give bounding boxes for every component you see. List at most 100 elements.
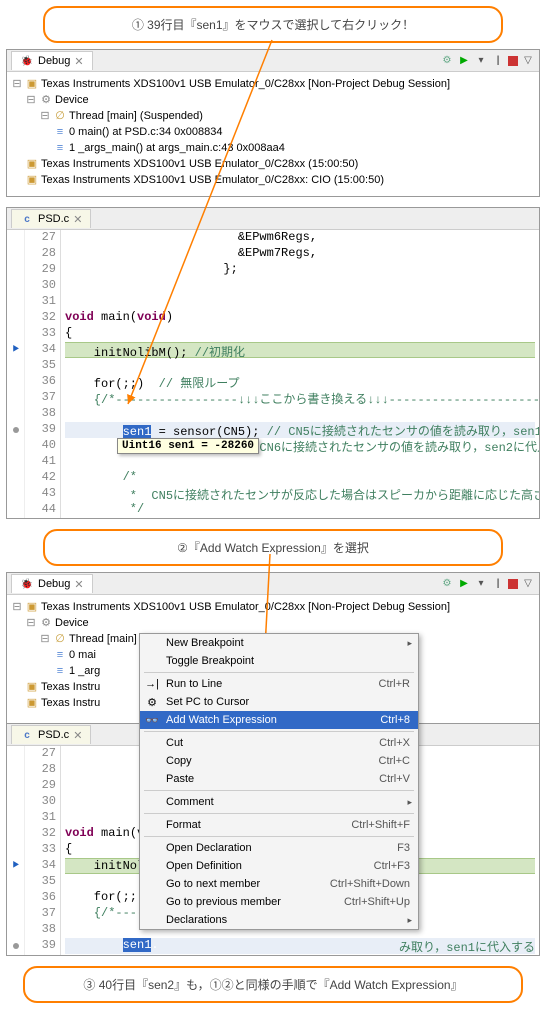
code-line-current: initNolibM(); //初期化 <box>65 342 535 358</box>
stack-frame-icon: ≡ <box>53 663 67 679</box>
callout-3-text: ③ 40行目『sen2』も，①②と同様の手順で『Add Watch Expres… <box>83 978 462 992</box>
toolbar-terminate-icon[interactable] <box>508 579 518 589</box>
menu-copy[interactable]: CopyCtrl+C <box>140 752 418 770</box>
gear-icon: ⚙ <box>39 92 53 108</box>
c-file-icon: c <box>20 728 34 742</box>
twisty-icon[interactable]: ⊟ <box>25 615 37 631</box>
debug-toolbar: ⚙ ▶ ▾ | ▽ <box>440 54 539 68</box>
menu-format[interactable]: FormatCtrl+Shift+F <box>140 816 418 834</box>
tree-root[interactable]: ⊟ ▣ Texas Instruments XDS100v1 USB Emula… <box>11 76 535 92</box>
selected-token-sen1[interactable]: sen1 <box>123 938 152 952</box>
callout-2-text: ②『Add Watch Expression』を選択 <box>177 541 369 555</box>
chip-icon: ▣ <box>25 695 39 711</box>
chip-icon: ▣ <box>25 156 39 172</box>
current-line-marker-icon: ⯈ <box>11 343 21 357</box>
selected-token-sen1[interactable]: sen1 <box>123 425 152 439</box>
twisty-icon[interactable]: ⊟ <box>39 108 51 124</box>
thread-icon: ∅ <box>53 108 67 124</box>
menu-declarations[interactable]: Declarations <box>140 911 418 929</box>
context-menu: New Breakpoint Toggle Breakpoint →|Run t… <box>139 633 419 930</box>
menu-set-pc[interactable]: ⚙Set PC to Cursor <box>140 693 418 711</box>
menu-paste[interactable]: PasteCtrl+V <box>140 770 418 788</box>
line-number-gutter: 27282930 31323334 35363738 39 <box>25 746 61 955</box>
menu-next-member[interactable]: Go to next memberCtrl+Shift+Down <box>140 875 418 893</box>
pin-icon[interactable]: ✕ <box>73 729 82 742</box>
menu-new-breakpoint[interactable]: New Breakpoint <box>140 634 418 652</box>
tree-device-label: Device <box>55 92 89 108</box>
code-line: {/*-----------------↓↓↓ここから書き換える↓↓↓-----… <box>65 390 535 406</box>
tree-frame-1[interactable]: ≡ 1 _args_main() at args_main.c:43 0x008… <box>11 140 535 156</box>
menu-run-to-line[interactable]: →|Run to LineCtrl+R <box>140 675 418 693</box>
code-line <box>65 406 535 422</box>
tab-debug-label: Debug <box>38 55 70 67</box>
callout-step-1: ① 39行目『sen1』をマウスで選択して右クリック！ <box>43 6 503 43</box>
toolbar-menu-icon[interactable]: ▽ <box>521 54 535 68</box>
twisty-icon[interactable]: ⊟ <box>11 599 23 615</box>
tab-debug[interactable]: 🐞 Debug ✕ <box>11 51 93 70</box>
tree-root-label: Texas Instruments XDS100v1 USB Emulator_… <box>41 599 450 615</box>
toolbar-debug-icon[interactable]: ⚙ <box>440 577 454 591</box>
toolbar-debug-icon[interactable]: ⚙ <box>440 54 454 68</box>
tree-thread[interactable]: ⊟ ∅ Thread [main] (Suspended) <box>11 108 535 124</box>
line-number-gutter: 27282930 31323334 35363738 39404142 4344 <box>25 230 61 518</box>
code-editor-1[interactable]: ⯈ 27282930 31323334 35363738 39404142 43… <box>7 230 539 518</box>
chip-icon: ▣ <box>25 172 39 188</box>
code-line-39: sen1 = sensor(CN5); // CN5に接続されたセンサの値を読み… <box>65 422 535 438</box>
pin-icon[interactable]: ✕ <box>73 213 82 226</box>
tree-device[interactable]: ⊟ ⚙ Device <box>11 615 535 631</box>
pin-icon[interactable]: ✕ <box>74 578 83 591</box>
bug-icon: 🐞 <box>20 54 34 68</box>
toolbar-dropdown-icon[interactable]: ▾ <box>474 577 488 591</box>
tree-frame1-short: 1 _arg <box>69 663 100 679</box>
breakpoint-marker-icon[interactable] <box>13 943 19 949</box>
menu-prev-member[interactable]: Go to previous memberCtrl+Shift+Up <box>140 893 418 911</box>
toolbar-terminate-icon[interactable] <box>508 56 518 66</box>
tree-ti2[interactable]: ▣ Texas Instruments XDS100v1 USB Emulato… <box>11 172 535 188</box>
twisty-icon[interactable]: ⊟ <box>39 631 51 647</box>
callout-step-2: ②『Add Watch Expression』を選択 <box>43 529 503 566</box>
tree-ti1[interactable]: ▣ Texas Instruments XDS100v1 USB Emulato… <box>11 156 535 172</box>
menu-add-watch-expression[interactable]: 👓Add Watch ExpressionCtrl+8 <box>140 711 418 729</box>
toolbar-menu-icon[interactable]: ▽ <box>521 577 535 591</box>
pin-icon[interactable]: ✕ <box>74 55 83 68</box>
tab-debug[interactable]: 🐞 Debug ✕ <box>11 574 93 593</box>
code-area[interactable]: &EPwm6Regs, &EPwm7Regs, }; void main(voi… <box>61 230 539 518</box>
menu-cut[interactable]: CutCtrl+X <box>140 734 418 752</box>
editor-tabbar: c PSD.c ✕ <box>7 208 539 230</box>
tree-ti1-short: Texas Instru <box>41 679 100 695</box>
set-pc-icon: ⚙ <box>144 696 160 709</box>
toolbar-resume-icon[interactable]: ▶ <box>457 577 471 591</box>
tree-device[interactable]: ⊟ ⚙ Device <box>11 92 535 108</box>
debug-panel-2: 🐞 Debug ✕ ⚙ ▶ ▾ | ▽ ⊟ ▣ Texas Instrument… <box>6 572 540 956</box>
run-to-line-icon: →| <box>144 678 160 690</box>
menu-open-definition[interactable]: Open DefinitionCtrl+F3 <box>140 857 418 875</box>
tree-frame1-label: 1 _args_main() at args_main.c:43 0x008aa… <box>69 140 285 156</box>
tab-debug-label: Debug <box>38 578 70 590</box>
toolbar-dropdown-icon[interactable]: ▾ <box>474 54 488 68</box>
tab-file[interactable]: c PSD.c ✕ <box>11 725 91 744</box>
tab-file[interactable]: c PSD.c ✕ <box>11 209 91 228</box>
editor-panel-1: c PSD.c ✕ ⯈ 27282930 31323334 35363738 3… <box>6 207 540 519</box>
breakpoint-marker-icon[interactable] <box>13 427 19 433</box>
code-line: * CN5に接続されたセンサが反応した場合はスピーカから距離に応じた高さの音が出… <box>65 486 535 502</box>
menu-separator <box>144 731 414 732</box>
tree-root[interactable]: ⊟ ▣ Texas Instruments XDS100v1 USB Emula… <box>11 599 535 615</box>
menu-open-declaration[interactable]: Open DeclarationF3 <box>140 839 418 857</box>
stack-frame-icon: ≡ <box>53 140 67 156</box>
code-line <box>65 454 535 470</box>
twisty-icon[interactable]: ⊟ <box>25 92 37 108</box>
menu-comment[interactable]: Comment <box>140 793 418 811</box>
code-line: &EPwm7Regs, <box>65 246 535 262</box>
toolbar-resume-icon[interactable]: ▶ <box>457 54 471 68</box>
debug-tree: ⊟ ▣ Texas Instruments XDS100v1 USB Emula… <box>7 72 539 196</box>
gear-icon: ⚙ <box>39 615 53 631</box>
tree-frame-0[interactable]: ≡ 0 main() at PSD.c:34 0x008834 <box>11 124 535 140</box>
thread-icon: ∅ <box>53 631 67 647</box>
twisty-icon[interactable]: ⊟ <box>11 76 23 92</box>
menu-toggle-breakpoint[interactable]: Toggle Breakpoint <box>140 652 418 670</box>
stack-frame-icon: ≡ <box>53 647 67 663</box>
tree-frame0-label: 0 main() at PSD.c:34 0x008834 <box>69 124 222 140</box>
callout-step-3: ③ 40行目『sen2』も，①②と同様の手順で『Add Watch Expres… <box>23 966 523 1003</box>
marker-column: ⯈ <box>7 746 25 955</box>
watch-icon: 👓 <box>144 714 160 727</box>
